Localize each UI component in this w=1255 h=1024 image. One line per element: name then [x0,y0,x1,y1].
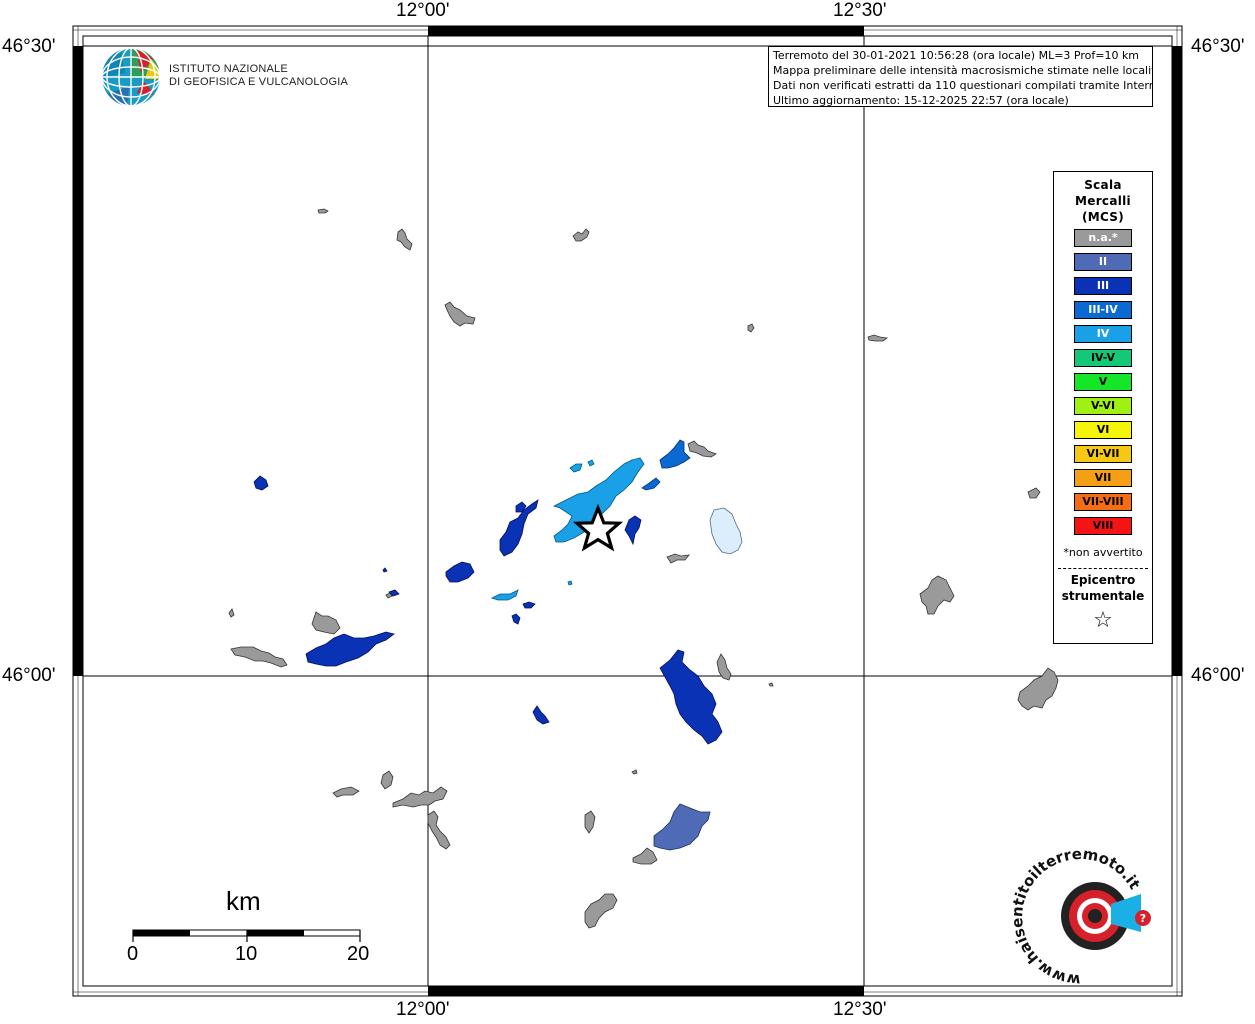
locality-na [1017,667,1059,711]
localities-not-felt [228,208,1059,929]
scale-tick-0: 0 [127,943,139,965]
map-frame-inner [82,35,1173,987]
legend-epicentro-line2: strumentale [1061,589,1145,603]
lon-label-bottom-right: 12°30' [833,999,887,1020]
locality-na [747,323,755,333]
locality-iii [445,561,475,583]
locality-iii [382,567,388,573]
haisentito-logo-icon: ? [1061,882,1151,950]
locality-na [317,208,329,214]
scale-tick-10: 10 [235,943,258,965]
locality-iii-iv [641,477,661,491]
locality-iv [490,589,519,601]
info-line3: Dati non verificati estratti da 110 ques… [773,79,1153,92]
svg-text:?: ? [1140,912,1146,925]
legend-swatch-vi-vii: VI-VII [1074,445,1132,463]
legend-swatch-n-a: n.a.* [1074,229,1132,247]
legend-note: *non avvertito [1063,546,1143,559]
info-line1: Terremoto del 30-01-2021 10:56:28 (ora l… [773,49,1140,62]
legend-swatch-iii-iv: III-IV [1074,301,1132,319]
locality-iv [587,459,595,467]
locality-iii [532,705,550,725]
lat-label-right-top: 46°30' [1191,36,1245,57]
legend-swatch-vii-viii: VII-VIII [1074,493,1132,511]
legend-swatch-vi: VI [1074,421,1132,439]
legend-title-line3: (MCS) [1081,210,1125,224]
legend-star-icon: ☆ [1093,608,1113,633]
lat-label-left-top: 46°30' [2,36,56,57]
locality-na [228,608,235,618]
locality-iii [522,601,536,609]
legend-swatch-iv-v: IV-V [1074,349,1132,367]
locality-na [1027,487,1041,499]
ingv-logo-line2: DI GEOFISICA E VULCANOLOGIA [169,76,348,88]
locality-na [584,810,596,834]
info-line2: Mappa preliminare delle intensità macros… [773,64,1153,77]
lat-label-right-mid: 46°00' [1191,665,1245,686]
legend-swatch-v-vi: V-VI [1074,397,1132,415]
frame-band-top [428,26,864,36]
lon-label-top-left: 12°00' [396,0,450,21]
ingv-logo-line1: ISTITUTO NAZIONALE [169,63,288,75]
legend-title-line1: Scala [1084,178,1122,192]
legend-swatch-ii: II [1074,253,1132,271]
localities-iii-iv [641,439,691,491]
locality-na [687,440,717,458]
ingv-logo-text: ISTITUTO NAZIONALE DI GEOFISICA E VULCAN… [169,63,348,89]
ingv-logo-icon [101,47,161,107]
legend-epicentro: Epicentro strumentale [1054,572,1152,604]
locality-na [230,646,288,668]
locality-na [396,228,413,251]
legend-swatch-iv: IV [1074,325,1132,343]
locality-na [572,228,590,242]
locality-iii-iv [659,439,691,469]
info-line4: Ultimo aggiornamento: 15-12-2025 22:57 (… [773,94,1069,107]
legend-title: Scala Mercalli (MCS) [1054,177,1152,225]
locality-iii [624,515,642,546]
map-frame-outer [72,25,1183,997]
locality-iv [569,463,583,473]
locality-na [768,682,774,687]
localities-ii [653,803,711,851]
locality-na [311,611,341,635]
localities-iii [253,475,723,745]
scale-tick-20: 20 [347,943,370,965]
scale-bar [132,929,361,942]
locality-na [632,847,658,865]
lon-label-top-right: 12°30' [833,0,887,21]
frame-band-bottom [428,986,864,996]
locality-na [919,575,955,615]
locality-na [427,810,451,850]
lake [709,507,743,555]
locality-iv [567,580,573,586]
scale-unit: km [226,886,261,916]
locality-na [631,769,638,775]
legend-separator [1058,568,1148,569]
legend-swatch-viii: VIII [1074,517,1132,535]
locality-na [584,893,618,929]
lon-label-bottom-left: 12°00' [396,999,450,1020]
legend-epicentro-line1: Epicentro [1070,573,1136,587]
locality-na [666,553,690,564]
legend-swatch-iii: III [1074,277,1132,295]
legend-swatch-v: V [1074,373,1132,391]
locality-na [444,301,476,327]
legend-title-line2: Mercalli [1075,194,1131,208]
locality-ii [653,803,711,851]
lat-label-left-mid: 46°00' [2,665,56,686]
locality-na [380,770,394,790]
earthquake-info-box: Terremoto del 30-01-2021 10:56:28 (ora l… [768,46,1153,107]
locality-iii [305,631,395,667]
locality-iii [659,649,723,745]
locality-na [392,786,448,808]
locality-na [332,786,360,798]
intensity-legend: Scala Mercalli (MCS) n.a.* II III III-IV IV I… [1053,171,1153,644]
locality-iii [511,613,521,625]
locality-iii [253,475,269,491]
legend-swatch-vii: VII [1074,469,1132,487]
locality-na [867,334,889,342]
